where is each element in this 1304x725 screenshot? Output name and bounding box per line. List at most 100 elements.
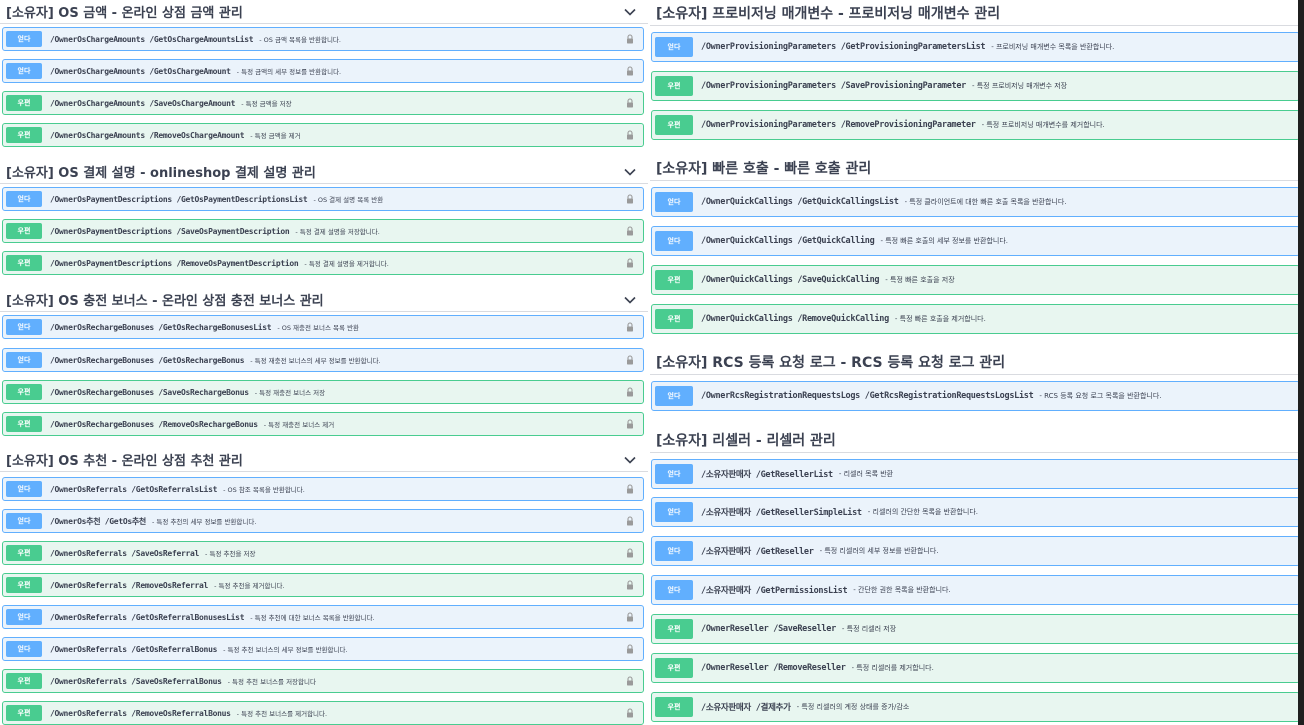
chevron-down-icon[interactable]	[624, 454, 636, 466]
operation-description: - 특정 추천 보너스를 제거합니다.	[236, 710, 328, 718]
lock-icon[interactable]	[625, 194, 635, 204]
operation-row-post[interactable]: 우편/OwnerOsReferrals /RemoveOsReferralBon…	[2, 701, 644, 725]
section-header[interactable]: [소유자] 프로비저닝 매개변수 - 프로비저닝 매개변수 관리	[650, 0, 1304, 26]
post-method-badge: 우편	[6, 673, 42, 689]
operation-row-get[interactable]: 얻다/소유자판매자 /GetResellerList - 리셀러 목록 반환	[651, 459, 1300, 489]
operation-row-post[interactable]: 우편/OwnerOsReferrals /SaveOsReferralBonus…	[2, 669, 644, 693]
post-method-badge: 우편	[655, 697, 693, 717]
operation-description: - OS 결제 설명 목록 반환	[313, 196, 384, 204]
operation-path: /OwnerProvisioningParameters /RemoveProv…	[701, 120, 976, 130]
section-title: [소유자] 빠른 호출 - 빠른 호출 관리	[656, 160, 872, 177]
lock-icon[interactable]	[625, 66, 635, 76]
post-method-badge: 우편	[6, 545, 42, 561]
operation-row-post[interactable]: 우편/OwnerOsReferrals /SaveOsReferral - 특정 …	[2, 541, 644, 565]
operation-row-post[interactable]: 우편/OwnerOsRechargeBonuses /SaveOsRecharg…	[2, 380, 644, 404]
operation-description: - 특정 빠른 호출의 세부 정보를 반환합니다.	[880, 237, 1009, 245]
operation-row-post[interactable]: 우편/OwnerReseller /SaveReseller - 특정 리셀러 저…	[651, 614, 1300, 644]
operation-path: /소유자판매자 /GetResellerList	[701, 470, 833, 480]
operation-description: - 특정 빠른 호출을 제거합니다.	[894, 315, 986, 323]
section-title: [소유자] 리셀러 - 리셀러 관리	[656, 432, 836, 449]
lock-icon[interactable]	[625, 644, 635, 654]
operation-path: /소유자판매자 /GetReseller	[701, 547, 814, 557]
lock-icon[interactable]	[625, 612, 635, 622]
operation-description: - 특정 결제 설명을 저장합니다.	[295, 228, 380, 236]
operation-row-get[interactable]: 얻다/OwnerOsRechargeBonuses /GetOsRecharge…	[2, 348, 644, 372]
lock-icon[interactable]	[625, 226, 635, 236]
post-method-badge: 우편	[6, 416, 42, 432]
operation-row-get[interactable]: 얻다/OwnerRcsRegistrationRequestsLogs /Get…	[651, 381, 1300, 411]
operation-row-post[interactable]: 우편/OwnerQuickCallings /SaveQuickCalling -…	[651, 265, 1300, 295]
chevron-down-icon[interactable]	[624, 294, 636, 306]
operation-row-get[interactable]: 얻다/OwnerOsPaymentDescriptions /GetOsPaym…	[2, 187, 644, 211]
operation-path: /OwnerProvisioningParameters /GetProvisi…	[701, 42, 986, 52]
operation-description: - 특정 추천 보너스의 세부 정보를 반환합니다.	[223, 646, 348, 654]
lock-icon[interactable]	[625, 548, 635, 558]
lock-icon[interactable]	[625, 484, 635, 494]
section-title: [소유자] OS 충전 보너스 - 온라인 상점 충전 보너스 관리	[6, 294, 324, 309]
operation-description: - 특정 리셀러의 계정 상태를 증가/감소	[796, 703, 910, 711]
get-method-badge: 얻다	[655, 464, 693, 484]
post-method-badge: 우편	[655, 115, 693, 135]
operation-row-get[interactable]: 얻다/소유자판매자 /GetPermissionsList - 간단한 권한 목록…	[651, 575, 1300, 605]
operation-path: /OwnerOsReferrals /RemoveOsReferral	[50, 580, 209, 590]
operation-row-get[interactable]: 얻다/OwnerProvisioningParameters /GetProvi…	[651, 32, 1300, 62]
operation-description: - 특정 추천을 저장	[205, 550, 256, 558]
operation-row-post[interactable]: 우편/OwnerOsPaymentDescriptions /SaveOsPay…	[2, 219, 644, 243]
operation-row-post[interactable]: 우편/OwnerOsPaymentDescriptions /RemoveOsP…	[2, 251, 644, 275]
operation-row-get[interactable]: 얻다/소유자판매자 /GetResellerSimpleList - 리셀러의 간…	[651, 497, 1300, 527]
operation-row-post[interactable]: 우편/OwnerOsChargeAmounts /RemoveOsChargeA…	[2, 123, 644, 147]
lock-icon[interactable]	[625, 676, 635, 686]
operation-row-post[interactable]: 우편/OwnerOsRechargeBonuses /RemoveOsRecha…	[2, 412, 644, 436]
operation-row-get[interactable]: 얻다/OwnerOsRechargeBonuses /GetOsRecharge…	[2, 315, 644, 339]
chevron-down-icon[interactable]	[624, 6, 636, 18]
operation-path: /OwnerReseller /RemoveReseller	[701, 663, 846, 673]
lock-icon[interactable]	[625, 34, 635, 44]
lock-icon[interactable]	[625, 98, 635, 108]
operation-description: - 특정 추천을 제거합니다.	[214, 582, 285, 590]
operation-description: - 특정 리셀러 저장	[841, 625, 897, 633]
operation-row-get[interactable]: 얻다/OwnerQuickCallings /GetQuickCallingsL…	[651, 187, 1300, 217]
operation-row-get[interactable]: 얻다/OwnerOsReferrals /GetOsReferralsList -…	[2, 477, 644, 501]
lock-icon[interactable]	[625, 516, 635, 526]
section-header[interactable]: [소유자] OS 충전 보너스 - 온라인 상점 충전 보너스 관리	[0, 288, 648, 312]
section-header[interactable]: [소유자] RCS 등록 요청 로그 - RCS 등록 요청 로그 관리	[650, 349, 1304, 375]
section-title: [소유자] OS 금액 - 온라인 상점 금액 관리	[6, 6, 243, 21]
lock-icon[interactable]	[625, 322, 635, 332]
operation-row-get[interactable]: 얻다/OwnerOsChargeAmounts /GetOsChargeAmou…	[2, 59, 644, 83]
operation-path: /OwnerOsReferrals /GetOsReferralBonus	[50, 644, 218, 654]
section-header[interactable]: [소유자] 빠른 호출 - 빠른 호출 관리	[650, 155, 1304, 181]
operation-row-get[interactable]: 얻다/OwnerOsChargeAmounts /GetOsChargeAmou…	[2, 27, 644, 51]
section-title: [소유자] OS 추천 - 온라인 상점 추천 관리	[6, 454, 243, 469]
operation-row-get[interactable]: 얻다/OwnerOsReferrals /GetOsReferralBonus -…	[2, 637, 644, 661]
operation-row-get[interactable]: 얻다/OwnerQuickCallings /GetQuickCalling - …	[651, 226, 1300, 256]
lock-icon[interactable]	[625, 419, 635, 429]
operation-row-post[interactable]: 우편/OwnerProvisioningParameters /SaveProv…	[651, 71, 1300, 101]
operation-path: /소유자판매자 /GetResellerSimpleList	[701, 508, 862, 518]
operation-row-post[interactable]: 우편/소유자판매자 /결제추가 - 특정 리셀러의 계정 상태를 증가/감소	[651, 692, 1300, 722]
operation-row-post[interactable]: 우편/OwnerQuickCallings /RemoveQuickCallin…	[651, 304, 1300, 334]
operation-path: /OwnerProvisioningParameters /SaveProvis…	[701, 81, 966, 91]
operation-row-post[interactable]: 우편/OwnerReseller /RemoveReseller - 특정 리셀러…	[651, 653, 1300, 683]
section-header[interactable]: [소유자] OS 금액 - 온라인 상점 금액 관리	[0, 0, 648, 24]
section-header[interactable]: [소유자] OS 추천 - 온라인 상점 추천 관리	[0, 448, 648, 472]
lock-icon[interactable]	[625, 355, 635, 365]
operation-row-get[interactable]: 얻다/OwnerOs추천 /GetOs추천 - 특정 추천의 세부 정보를 반환합…	[2, 509, 644, 533]
chevron-down-icon[interactable]	[624, 166, 636, 178]
lock-icon[interactable]	[625, 130, 635, 140]
get-method-badge: 얻다	[6, 352, 42, 368]
section-title: [소유자] 프로비저닝 매개변수 - 프로비저닝 매개변수 관리	[656, 5, 1001, 22]
section-header[interactable]: [소유자] OS 결제 설명 - onlineshop 결제 설명 관리	[0, 160, 648, 184]
operation-row-post[interactable]: 우편/OwnerProvisioningParameters /RemovePr…	[651, 110, 1300, 140]
operation-path: /OwnerOsReferrals /RemoveOsReferralBonus	[50, 708, 231, 718]
section-title: [소유자] OS 결제 설명 - onlineshop 결제 설명 관리	[6, 166, 316, 181]
lock-icon[interactable]	[625, 387, 635, 397]
lock-icon[interactable]	[625, 258, 635, 268]
operation-row-get[interactable]: 얻다/소유자판매자 /GetReseller - 특정 리셀러의 세부 정보를 반…	[651, 536, 1300, 566]
lock-icon[interactable]	[625, 708, 635, 718]
lock-icon[interactable]	[625, 580, 635, 590]
operation-row-post[interactable]: 우편/OwnerOsChargeAmounts /SaveOsChargeAmo…	[2, 91, 644, 115]
section-header[interactable]: [소유자] 리셀러 - 리셀러 관리	[650, 427, 1304, 453]
operation-row-get[interactable]: 얻다/OwnerOsReferrals /GetOsReferralBonuse…	[2, 605, 644, 629]
operation-row-post[interactable]: 우편/OwnerOsReferrals /RemoveOsReferral - 특…	[2, 573, 644, 597]
operation-description: - 특정 재충전 보너스 저장	[254, 389, 326, 397]
